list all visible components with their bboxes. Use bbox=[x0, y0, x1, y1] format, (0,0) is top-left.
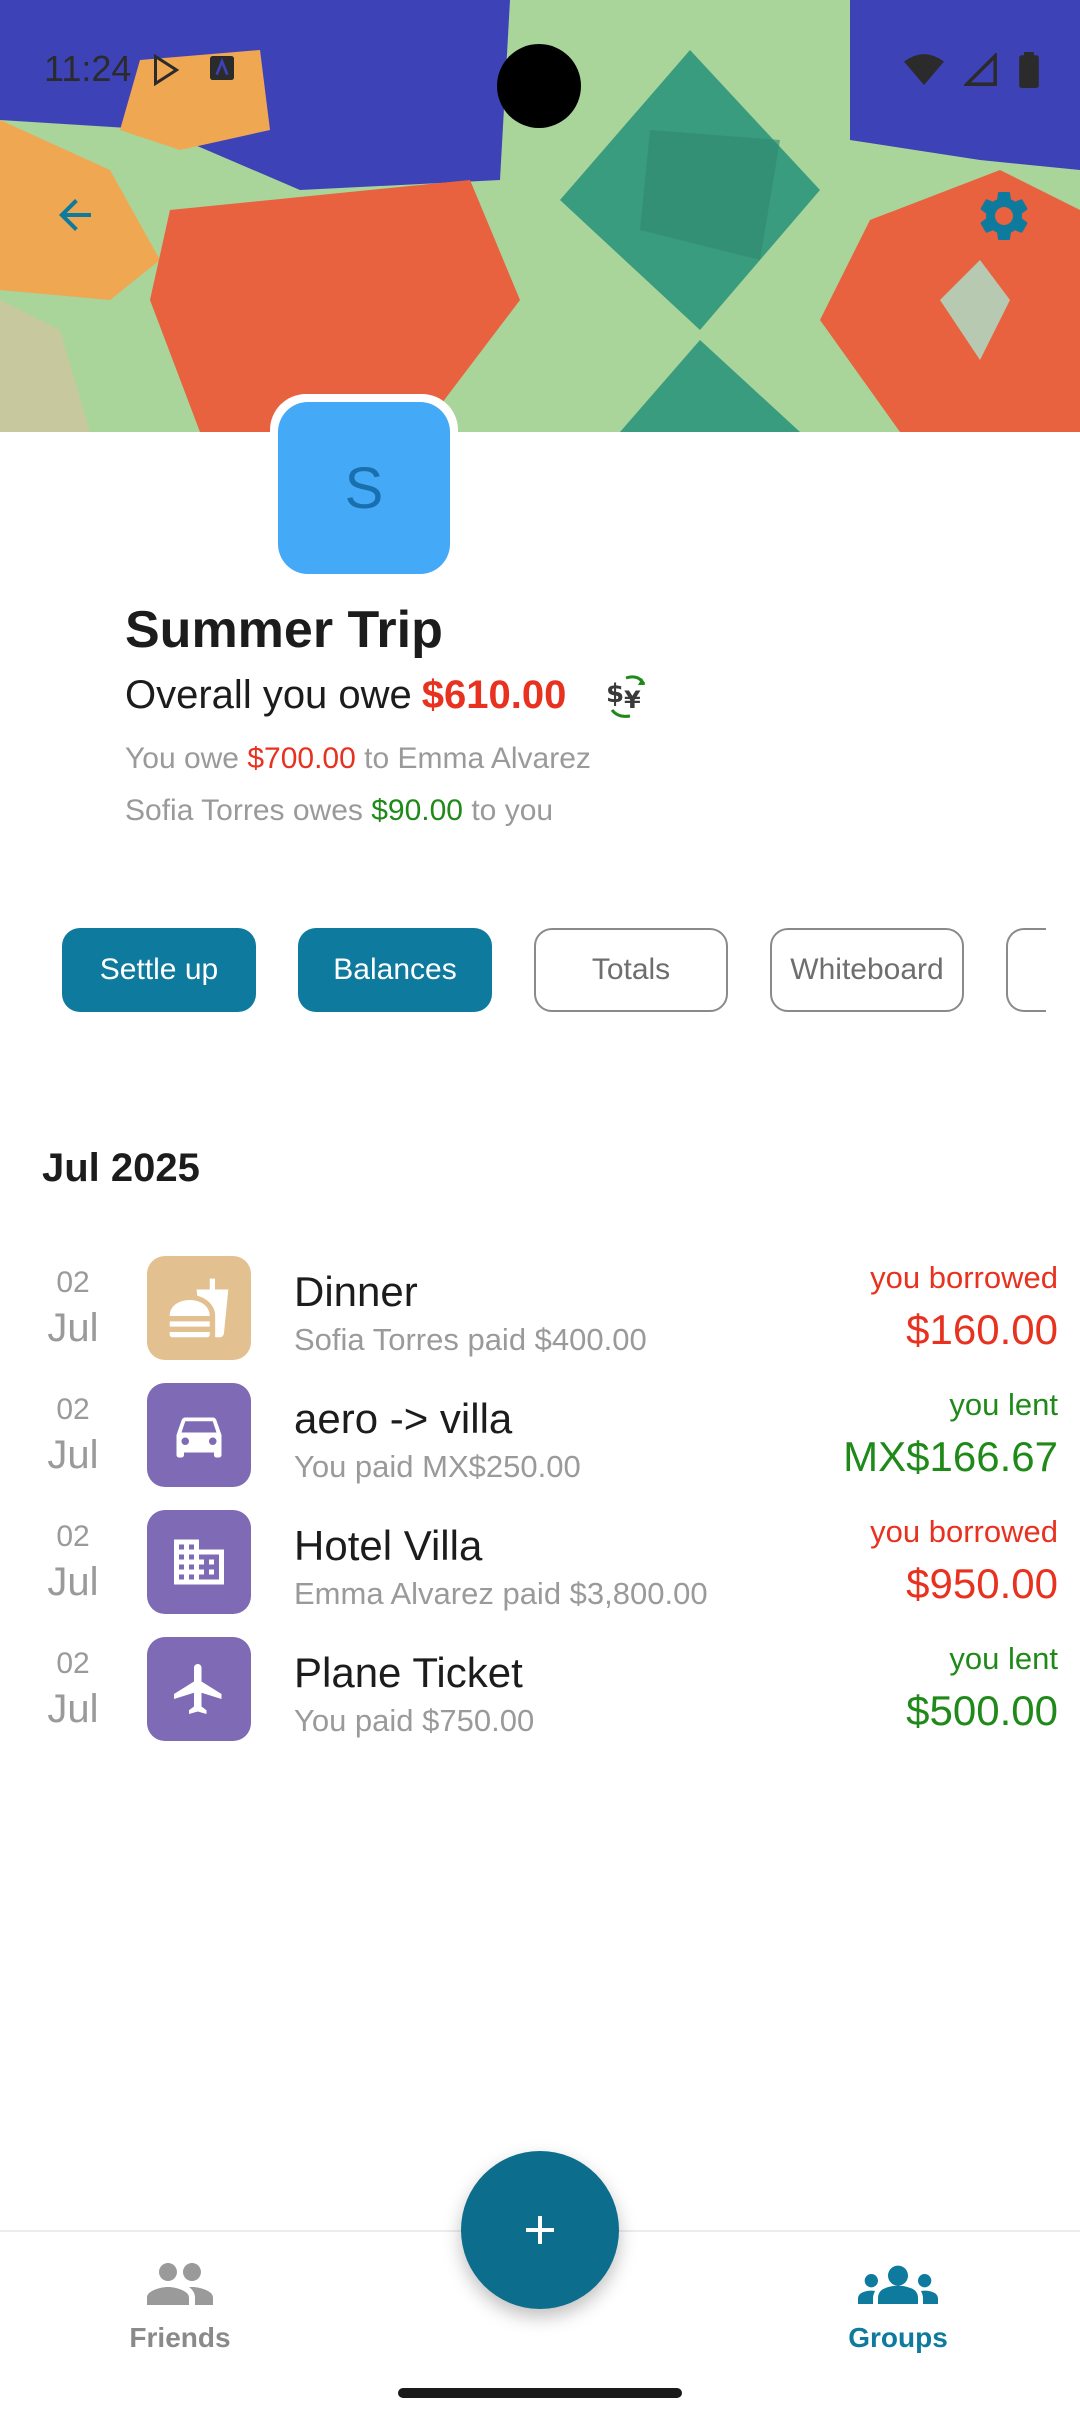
nav-friends[interactable]: Friends bbox=[80, 2256, 280, 2354]
expense-day: 02 bbox=[56, 1393, 90, 1426]
svg-text:¥: ¥ bbox=[624, 686, 641, 714]
expense-amount: $160.00 bbox=[906, 1306, 1058, 1353]
expense-month: Jul bbox=[47, 1306, 99, 1350]
status-time: 11:24 bbox=[44, 48, 132, 89]
balance-line-owed-suffix: to you bbox=[471, 794, 554, 827]
overall-balance-label: Overall you owe bbox=[125, 672, 412, 717]
nav-groups[interactable]: Groups bbox=[798, 2256, 998, 2354]
expense-month: Jul bbox=[47, 1560, 99, 1604]
group-name: Summer Trip bbox=[125, 601, 443, 659]
nav-groups-label: Groups bbox=[848, 2322, 948, 2353]
home-indicator[interactable] bbox=[398, 2388, 682, 2398]
balance-line-owe-prefix: You owe bbox=[125, 742, 239, 775]
month-header: Jul 2025 bbox=[42, 1146, 200, 1190]
balance-line-owe-amount: $700.00 bbox=[247, 742, 356, 775]
balance-line-owed: Sofia Torres owes $90.00 to you bbox=[125, 794, 553, 828]
expense-subtitle: Emma Alvarez paid $3,800.00 bbox=[294, 1576, 708, 1611]
currency-convert-icon[interactable]: $ ¥ bbox=[604, 670, 654, 720]
svg-text:$: $ bbox=[606, 679, 624, 709]
expense-subtitle: You paid MX$250.00 bbox=[294, 1449, 581, 1484]
group-settings-button[interactable] bbox=[968, 180, 1040, 252]
expense-row[interactable]: 02 Jul Dinner Sofia Torres paid $400.00 … bbox=[0, 1256, 1080, 1366]
balance-line-owed-prefix: Sofia Torres owes bbox=[125, 794, 363, 827]
expense-title: Dinner bbox=[294, 1268, 418, 1315]
expense-status: you lent bbox=[949, 1641, 1058, 1676]
battery-icon bbox=[1019, 52, 1039, 88]
status-bar: 11:24 bbox=[0, 0, 1080, 140]
expense-amount: MX$166.67 bbox=[843, 1433, 1058, 1480]
camera-cutout bbox=[497, 44, 581, 128]
more-chip-partial[interactable] bbox=[1006, 928, 1046, 1012]
totals-button[interactable]: Totals bbox=[534, 928, 728, 1012]
fastfood-icon bbox=[147, 1256, 251, 1360]
notification-icons bbox=[148, 52, 238, 88]
group-avatar: S bbox=[278, 402, 450, 574]
balance-line-owed-amount: $90.00 bbox=[371, 794, 463, 827]
group-action-chips: Settle up Balances Totals Whiteboard bbox=[62, 928, 1046, 1012]
nav-friends-label: Friends bbox=[129, 2322, 231, 2353]
balances-button[interactable]: Balances bbox=[298, 928, 492, 1012]
expense-day: 02 bbox=[56, 1266, 90, 1299]
whiteboard-button[interactable]: Whiteboard bbox=[770, 928, 964, 1012]
expense-amount: $500.00 bbox=[906, 1687, 1058, 1734]
groups-icon bbox=[858, 2265, 938, 2304]
group-avatar-letter: S bbox=[344, 455, 384, 521]
play-store-icon bbox=[154, 53, 180, 87]
app-notification-icon bbox=[210, 56, 234, 80]
settle-up-button[interactable]: Settle up bbox=[62, 928, 256, 1012]
car-icon bbox=[147, 1383, 251, 1487]
airplane-icon bbox=[147, 1637, 251, 1741]
signal-icon bbox=[964, 53, 997, 86]
add-expense-button[interactable] bbox=[461, 2151, 619, 2309]
plus-icon bbox=[526, 2216, 554, 2244]
overall-balance-amount: $610.00 bbox=[421, 672, 567, 717]
system-status-icons bbox=[904, 52, 1040, 88]
expense-subtitle: You paid $750.00 bbox=[294, 1703, 535, 1738]
expense-day: 02 bbox=[56, 1520, 90, 1553]
expense-subtitle: Sofia Torres paid $400.00 bbox=[294, 1322, 647, 1357]
expense-amount: $950.00 bbox=[906, 1560, 1058, 1607]
arrow-back-icon bbox=[59, 199, 91, 231]
gear-icon bbox=[980, 192, 1028, 240]
expense-title: Hotel Villa bbox=[294, 1522, 483, 1569]
overall-balance: Overall you owe $610.00 $ ¥ bbox=[125, 670, 654, 720]
expense-row[interactable]: 02 Jul Plane Ticket You paid $750.00 you… bbox=[0, 1637, 1080, 1747]
expense-month: Jul bbox=[47, 1687, 99, 1731]
expense-status: you borrowed bbox=[870, 1514, 1058, 1549]
expense-row[interactable]: 02 Jul Hotel Villa Emma Alvarez paid $3,… bbox=[0, 1510, 1080, 1620]
balance-line-owe-suffix: to Emma Alvarez bbox=[364, 742, 591, 775]
expense-status: you borrowed bbox=[870, 1260, 1058, 1295]
expense-title: Plane Ticket bbox=[294, 1649, 523, 1696]
expense-day: 02 bbox=[56, 1647, 90, 1680]
expense-title: aero -> villa bbox=[294, 1395, 513, 1442]
friends-icon bbox=[147, 2263, 213, 2305]
wifi-icon bbox=[904, 54, 944, 85]
balance-line-owe: You owe $700.00 to Emma Alvarez bbox=[125, 742, 591, 776]
expense-row[interactable]: 02 Jul aero -> villa You paid MX$250.00 … bbox=[0, 1383, 1080, 1493]
expense-status: you lent bbox=[949, 1387, 1058, 1422]
expense-month: Jul bbox=[47, 1433, 99, 1477]
building-icon bbox=[147, 1510, 251, 1614]
back-button[interactable] bbox=[40, 180, 110, 250]
